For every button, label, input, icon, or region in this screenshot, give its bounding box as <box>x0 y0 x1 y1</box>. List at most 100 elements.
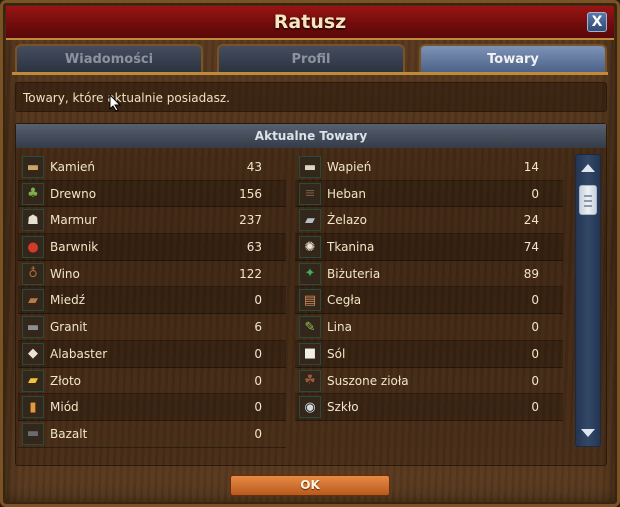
jewelry-icon: ✦ <box>299 262 321 285</box>
herbs-icon: ☘ <box>299 369 321 392</box>
goods-value: 122 <box>239 266 262 281</box>
goods-name: Drewno <box>50 186 97 201</box>
goods-name: Miedź <box>50 293 85 308</box>
tab-profile[interactable]: Profil <box>217 44 405 72</box>
goods-value: 0 <box>531 373 539 388</box>
goods-value: 43 <box>246 160 262 174</box>
goods-name: Suszone zioła <box>327 373 409 388</box>
goods-value: 0 <box>254 373 262 388</box>
goods-row: ☘ Suszone zioła 0 <box>295 368 563 395</box>
goods-name: Biżuteria <box>327 266 381 281</box>
goods-name: Granit <box>50 320 88 335</box>
goods-column-left: ▬ Kamień 43 ♣ Drewno 156 ☗ Marmur 237 ● Barwnik 63 ♁… <box>18 154 286 448</box>
goods-value: 14 <box>523 160 539 174</box>
salt-icon: ■ <box>299 342 321 365</box>
info-text: Towary, które aktualnie posiadasz. <box>23 91 230 105</box>
honey-icon: ▮ <box>22 396 44 419</box>
limestone-icon: ▬ <box>299 156 321 178</box>
goods-name: Sól <box>327 346 346 361</box>
tab-goods[interactable]: Towary <box>419 44 607 72</box>
close-button[interactable]: X <box>587 12 607 32</box>
iron-icon: ▰ <box>299 209 321 232</box>
alabaster-icon: ◆ <box>22 342 44 365</box>
marble-icon: ☗ <box>22 209 44 232</box>
title-bar: Ratusz X <box>6 6 614 40</box>
goods-name: Marmur <box>50 213 97 228</box>
window-title: Ratusz <box>273 11 347 33</box>
dye-icon: ● <box>22 236 44 259</box>
tab-divider <box>12 72 608 75</box>
goods-row: ▰ Złoto 0 <box>18 368 286 395</box>
goods-name: Tkanina <box>327 240 375 255</box>
goods-row: ≡ Heban 0 <box>295 180 563 208</box>
goods-value: 0 <box>531 186 539 201</box>
goods-value: 0 <box>531 346 539 361</box>
goods-row: ▬ Kamień 43 <box>18 154 286 181</box>
goods-value: 0 <box>531 320 539 335</box>
stone-icon: ▬ <box>22 156 44 178</box>
goods-row: ✺ Tkanina 74 <box>295 234 563 261</box>
goods-name: Żelazo <box>327 213 367 228</box>
goods-name: Szkło <box>327 400 359 415</box>
goods-name: Lina <box>327 320 352 335</box>
wine-icon: ♁ <box>22 262 44 285</box>
goods-row: ▰ Miedź 0 <box>18 287 286 315</box>
brick-icon: ▤ <box>299 289 321 312</box>
goods-row: ☗ Marmur 237 <box>18 207 286 235</box>
goods-name: Alabaster <box>50 346 108 361</box>
goods-column-right: ▬ Wapień 14 ≡ Heban 0 ▰ Żelazo 24 ✺ Tkanina 74 ✦ Biżu… <box>295 154 563 421</box>
cloth-icon: ✺ <box>299 236 321 259</box>
scrollbar[interactable] <box>575 154 601 447</box>
glass-icon: ◉ <box>299 396 321 419</box>
tab-bar: Wiadomości Profil Towary <box>15 44 607 74</box>
mouse-cursor-icon <box>109 94 121 112</box>
goods-name: Heban <box>327 186 366 201</box>
info-box: Towary, które aktualnie posiadasz. <box>15 82 607 112</box>
ok-button[interactable]: OK <box>230 475 390 496</box>
goods-row: ◉ Szkło 0 <box>295 394 563 421</box>
goods-value: 0 <box>254 400 262 415</box>
gold-icon: ▰ <box>22 369 44 392</box>
goods-name: Miód <box>50 400 79 415</box>
goods-value: 237 <box>239 213 262 228</box>
rope-icon: ✎ <box>299 316 321 339</box>
goods-row: ▬ Bazalt 0 <box>18 421 286 448</box>
goods-name: Cegła <box>327 293 362 308</box>
goods-value: 0 <box>531 400 539 415</box>
goods-name: Kamień <box>50 160 96 174</box>
goods-name: Złoto <box>50 373 82 388</box>
panel-header: Aktualne Towary <box>16 124 606 148</box>
goods-row: ▬ Wapień 14 <box>295 154 563 181</box>
goods-row: ✎ Lina 0 <box>295 314 563 341</box>
goods-value: 0 <box>531 293 539 308</box>
arrow-up-icon <box>581 164 595 172</box>
goods-name: Barwnik <box>50 240 99 255</box>
goods-row: ▬ Granit 6 <box>18 314 286 341</box>
goods-name: Bazalt <box>50 426 88 441</box>
scroll-up-button[interactable] <box>578 159 598 177</box>
goods-value: 0 <box>254 293 262 308</box>
goods-row: ♣ Drewno 156 <box>18 180 286 208</box>
goods-value: 24 <box>523 213 539 228</box>
goods-row: ▰ Żelazo 24 <box>295 207 563 235</box>
scroll-down-button[interactable] <box>578 424 598 442</box>
copper-icon: ▰ <box>22 289 44 312</box>
goods-value: 89 <box>523 266 539 281</box>
ebony-icon: ≡ <box>299 182 321 205</box>
goods-row: ✦ Biżuteria 89 <box>295 261 563 288</box>
scrollbar-thumb[interactable] <box>579 185 597 215</box>
goods-row: ■ Sól 0 <box>295 340 563 368</box>
goods-row: ▤ Cegła 0 <box>295 287 563 315</box>
tab-messages[interactable]: Wiadomości <box>15 44 203 72</box>
basalt-icon: ▬ <box>22 422 44 445</box>
goods-value: 156 <box>239 186 262 201</box>
goods-name: Wapień <box>327 160 372 174</box>
goods-value: 0 <box>254 346 262 361</box>
goods-value: 0 <box>254 426 262 441</box>
goods-name: Wino <box>50 266 80 281</box>
granite-icon: ▬ <box>22 316 44 339</box>
goods-value: 63 <box>246 240 262 255</box>
goods-row: ▮ Miód 0 <box>18 394 286 421</box>
goods-value: 74 <box>523 240 539 255</box>
goods-panel: Aktualne Towary ▬ Kamień 43 ♣ Drewno 156 ☗ Marm… <box>15 123 607 466</box>
